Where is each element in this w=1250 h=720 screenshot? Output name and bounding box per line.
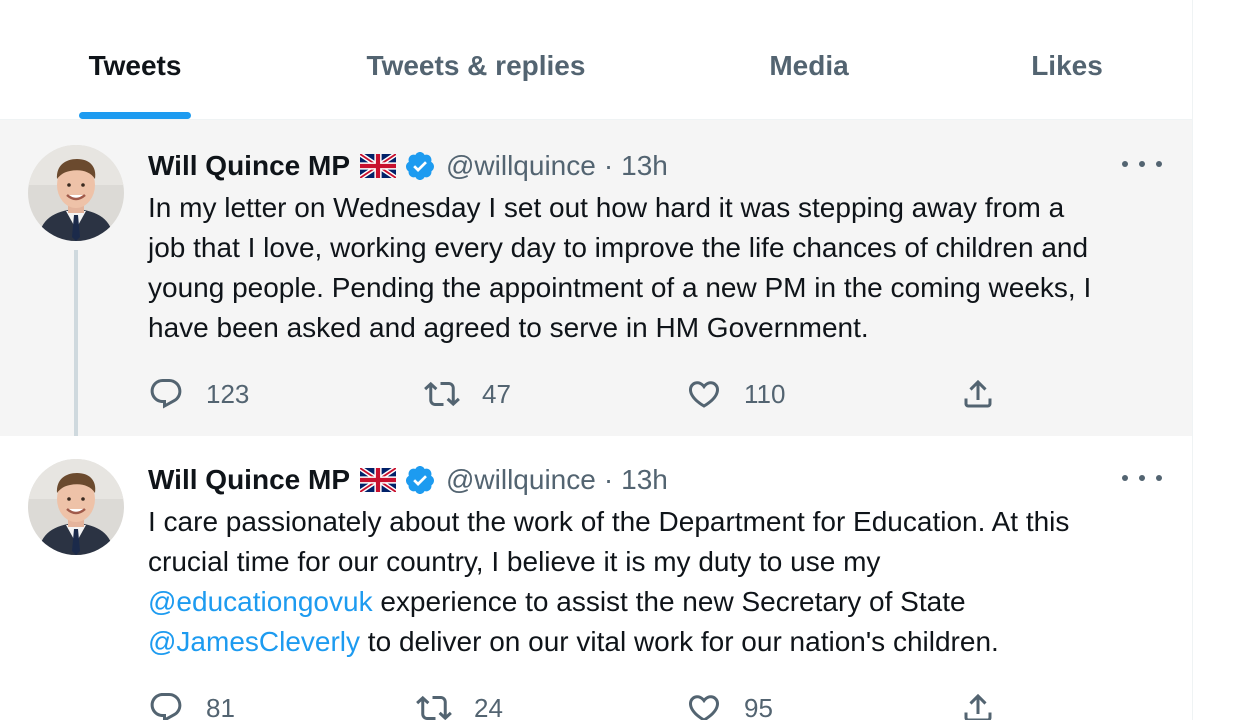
- active-tab-indicator: [79, 112, 191, 119]
- tweet-text-line: have been asked and agreed to serve in H…: [148, 312, 869, 343]
- tweet-header: Will Quince MP @willquince · 13h: [148, 146, 668, 186]
- tweet-text-fragment: to deliver on our vital work for our nat…: [360, 626, 999, 657]
- reply-count: 81: [206, 692, 235, 720]
- tweet-text-line: @JamesCleverly to deliver on our vital w…: [148, 622, 1168, 662]
- author-name[interactable]: Will Quince MP: [148, 150, 350, 182]
- tab-likes-label: Likes: [1031, 49, 1103, 81]
- profile-timeline: Tweets Tweets & replies Media Likes Will…: [0, 0, 1193, 720]
- like-button[interactable]: 110: [686, 372, 785, 416]
- retweet-icon: [424, 376, 460, 412]
- more-icon[interactable]: [1122, 152, 1162, 176]
- separator-dot: ·: [603, 150, 614, 181]
- retweet-count: 24: [474, 692, 503, 720]
- avatar[interactable]: [28, 459, 124, 555]
- heart-icon: [686, 690, 722, 720]
- tweet-actions: 81 24 95: [148, 686, 1028, 720]
- like-count: 95: [744, 692, 773, 720]
- tweet[interactable]: Will Quince MP @willquince · 13h In my l…: [0, 120, 1192, 570]
- verified-badge-icon: [404, 150, 436, 182]
- tab-tweets[interactable]: Tweets: [79, 0, 191, 119]
- reply-count: 123: [206, 378, 250, 409]
- reply-button[interactable]: 123: [148, 372, 249, 416]
- tab-media-label: Media: [769, 49, 849, 81]
- retweet-icon: [416, 690, 452, 720]
- tab-likes[interactable]: Likes: [1017, 0, 1117, 119]
- profile-tabs: Tweets Tweets & replies Media Likes: [0, 0, 1192, 120]
- author-handle[interactable]: @willquince: [446, 464, 596, 496]
- tab-tweets-label: Tweets: [88, 49, 182, 81]
- tab-media[interactable]: Media: [750, 0, 868, 119]
- tweet-header: Will Quince MP @willquince · 13h: [148, 460, 668, 500]
- tweet-text-fragment: experience to assist the new Secretary o…: [372, 586, 966, 617]
- retweet-count: 47: [482, 378, 511, 409]
- share-icon: [960, 376, 996, 412]
- like-button[interactable]: 95: [686, 686, 773, 720]
- tweet-text-line: @educationgovuk experience to assist the…: [148, 582, 1168, 622]
- share-icon: [960, 690, 996, 720]
- tweet-timestamp[interactable]: 13h: [621, 150, 668, 182]
- uk-flag-icon: [360, 154, 396, 178]
- avatar[interactable]: [28, 145, 124, 241]
- reply-button[interactable]: 81: [148, 686, 235, 720]
- reply-icon: [148, 376, 184, 412]
- mention-link[interactable]: @educationgovuk: [148, 586, 373, 617]
- like-count: 110: [744, 378, 786, 409]
- tweet-text: In my letter on Wednesday I set out how …: [148, 188, 1168, 348]
- share-button[interactable]: [960, 372, 996, 416]
- reply-icon: [148, 690, 184, 720]
- tweet-text-line: crucial time for our country, I believe …: [148, 546, 881, 577]
- retweet-button[interactable]: 24: [416, 686, 503, 720]
- share-button[interactable]: [960, 686, 996, 720]
- tweet-text: I care passionately about the work of th…: [148, 502, 1168, 662]
- tweet-text-line: young people. Pending the appointment of…: [148, 272, 1092, 303]
- author-name[interactable]: Will Quince MP: [148, 464, 350, 496]
- tweet-text-line: job that I love, working every day to im…: [148, 232, 1089, 263]
- tweet-actions: 123 47 110: [148, 372, 1028, 416]
- tweet[interactable]: Will Quince MP @willquince · 13h I care …: [0, 436, 1192, 720]
- separator-dot: ·: [603, 464, 614, 495]
- tab-tweets-and-replies[interactable]: Tweets & replies: [345, 0, 607, 119]
- tweet-text-line: In my letter on Wednesday I set out how …: [148, 192, 1065, 223]
- retweet-button[interactable]: 47: [424, 372, 511, 416]
- more-icon[interactable]: [1122, 466, 1162, 490]
- heart-icon: [686, 376, 722, 412]
- tweet-text-line: I care passionately about the work of th…: [148, 506, 1070, 537]
- uk-flag-icon: [360, 468, 396, 492]
- tweet-timestamp[interactable]: 13h: [621, 464, 668, 496]
- author-handle[interactable]: @willquince: [446, 150, 596, 182]
- verified-badge-icon: [404, 464, 436, 496]
- tab-tweets-and-replies-label: Tweets & replies: [366, 49, 586, 81]
- mention-link[interactable]: @JamesCleverly: [148, 626, 360, 657]
